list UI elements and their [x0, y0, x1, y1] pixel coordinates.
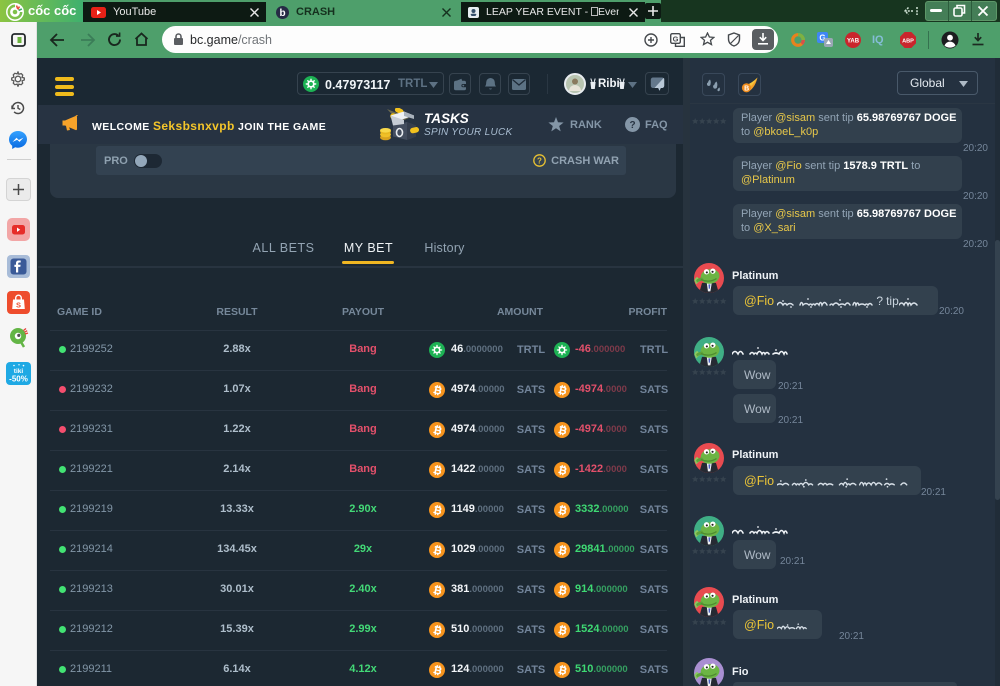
svg-text:B: B	[744, 85, 749, 92]
svg-text:G: G	[673, 34, 679, 43]
svg-text:?: ?	[537, 156, 542, 165]
svg-text:b: b	[279, 8, 285, 19]
svg-text:ABP: ABP	[902, 39, 914, 45]
svg-text:S: S	[16, 300, 21, 309]
svg-text:?: ?	[629, 120, 635, 131]
svg-text:-50%: -50%	[9, 375, 28, 384]
svg-text:YAB: YAB	[847, 39, 860, 45]
